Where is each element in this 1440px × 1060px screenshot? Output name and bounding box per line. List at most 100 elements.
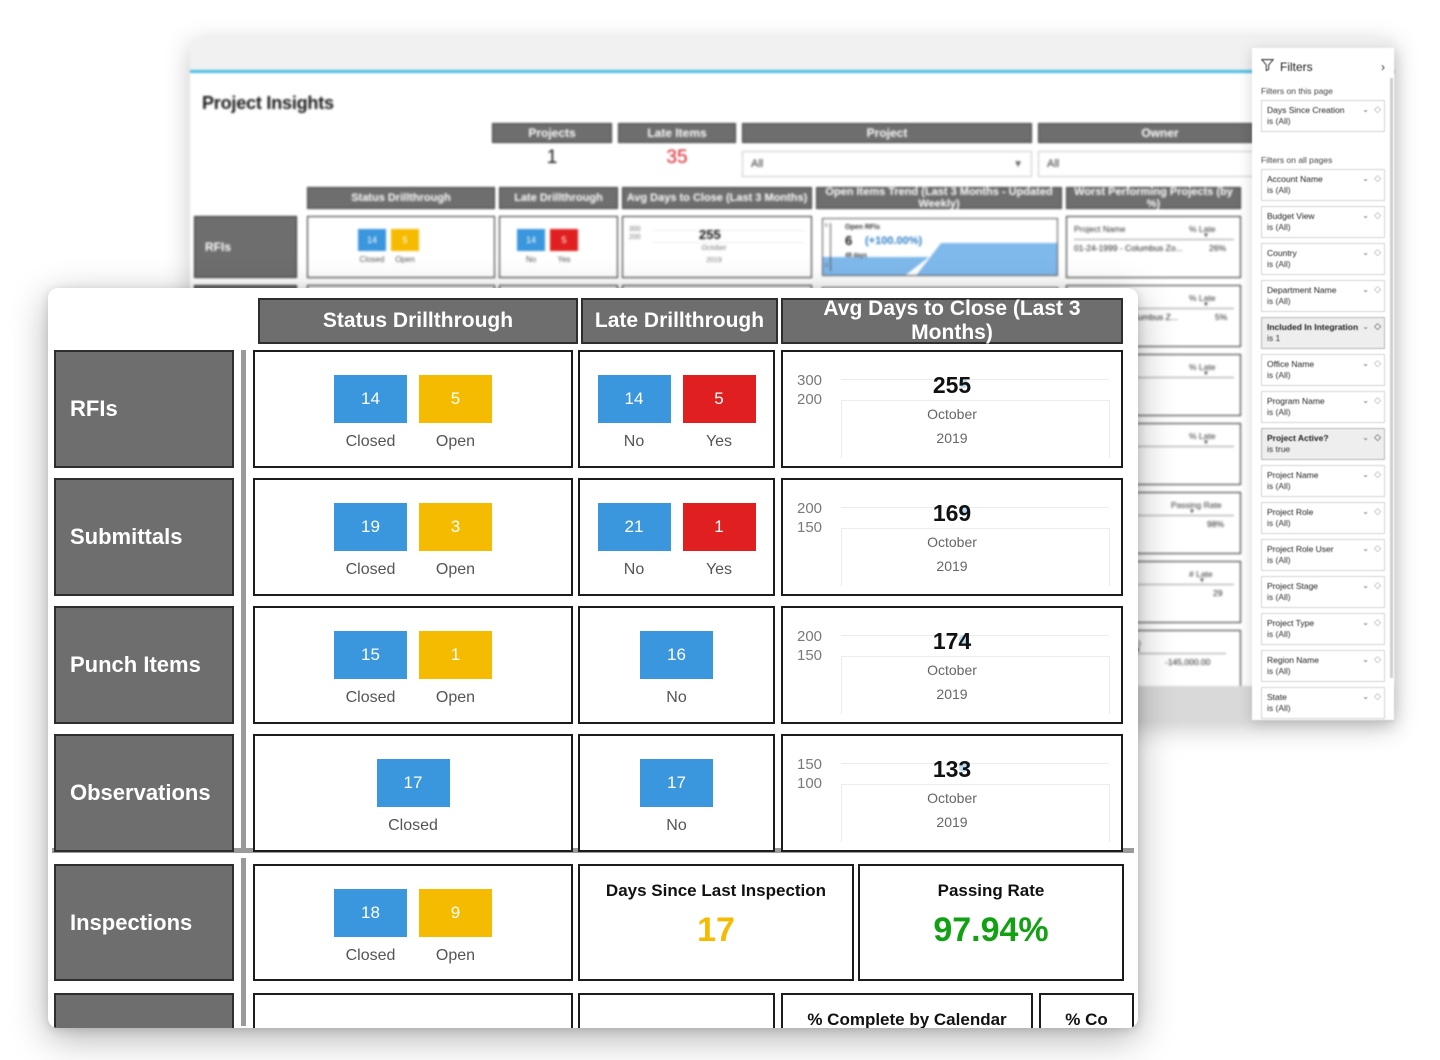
filter-card-program-name[interactable]: Program Name is (All) ⌄ ◇	[1261, 391, 1385, 423]
fg-partial-card-1[interactable]	[253, 993, 573, 1028]
slicer-header-project[interactable]: Project	[742, 123, 1032, 143]
bg-col-header-worst[interactable]: Worst Performing Projects (by %)	[1066, 186, 1241, 210]
chevron-down-icon[interactable]: ⌄	[1362, 581, 1369, 590]
fg-row-label-submittals[interactable]: Submittals	[54, 478, 234, 596]
filters-pane[interactable]: Filters › Filters on this page Days Sinc…	[1252, 48, 1394, 720]
fg-avgdays-card-submittals[interactable]: 200 150 169 October 2019	[781, 478, 1123, 596]
eraser-icon[interactable]: ◇	[1374, 395, 1381, 406]
eraser-icon[interactable]: ◇	[1374, 210, 1381, 221]
fg-status-card-inspections[interactable]: 18 Closed 9 Open	[253, 864, 573, 981]
fg-row-label-partial[interactable]	[54, 993, 234, 1028]
eraser-icon[interactable]: ◇	[1374, 104, 1381, 115]
bg-col-header-avgdays[interactable]: Avg Days to Close (Last 3 Months)	[622, 187, 812, 209]
fg-partial-card-2[interactable]	[578, 993, 775, 1028]
chevron-down-icon[interactable]: ⌄	[1362, 174, 1369, 183]
bg-late-card-rfis[interactable]: 14 5 No Yes	[499, 216, 618, 278]
slicer-header-owner[interactable]: Owner	[1038, 123, 1282, 143]
fg-passing-rate-card[interactable]: Passing Rate 97.94%	[858, 864, 1124, 981]
filter-card-project-stage[interactable]: Project Stage is (All) ⌄ ◇	[1261, 576, 1385, 608]
chevron-down-icon[interactable]: ⌄	[1362, 248, 1369, 257]
fg-col-header-avg-days[interactable]: Avg Days to Close (Last 3 Months)	[781, 297, 1123, 344]
bg-col-header-late[interactable]: Late Drillthrough	[499, 187, 618, 209]
eraser-icon[interactable]: ◇	[1374, 358, 1381, 369]
filter-card-region-name[interactable]: Region Name is (All) ⌄ ◇	[1261, 650, 1385, 682]
kpi-header-late-items[interactable]: Late Items	[618, 123, 736, 143]
filter-card-office-name[interactable]: Office Name is (All) ⌄ ◇	[1261, 354, 1385, 386]
bar-open[interactable]: 9	[419, 889, 492, 937]
bar-no[interactable]: 16	[640, 631, 713, 679]
fg-partial-card-4[interactable]: % Co	[1039, 993, 1134, 1028]
chevron-down-icon[interactable]: ⌄	[1362, 396, 1369, 405]
filters-scrollbar[interactable]	[1390, 78, 1393, 678]
bar-open[interactable]: 1	[419, 631, 492, 679]
slicer-owner[interactable]: All ▼	[1038, 151, 1282, 177]
bg-avgdays-card-rfis[interactable]: 300 200 255 October 2019	[622, 216, 812, 278]
eraser-icon[interactable]: ◇	[1374, 543, 1381, 554]
bar-closed[interactable]: 19	[334, 503, 407, 551]
fg-col-header-status-drillthrough[interactable]: Status Drillthrough	[258, 298, 578, 344]
bar-yes[interactable]: 1	[682, 503, 756, 551]
eraser-icon[interactable]: ◇	[1374, 247, 1381, 258]
kpi-header-projects[interactable]: Projects	[492, 123, 612, 143]
fg-row-label-rfis[interactable]: RFIs	[54, 350, 234, 468]
chevron-down-icon[interactable]: ⌄	[1362, 105, 1369, 114]
bar-open[interactable]: 3	[419, 503, 492, 551]
filter-card-department-name[interactable]: Department Name is (All) ⌄ ◇	[1261, 280, 1385, 312]
eraser-icon[interactable]: ◇	[1374, 654, 1381, 665]
bg-status-card-rfis[interactable]: 14 5 Closed Open	[307, 216, 495, 278]
fg-late-card-observations[interactable]: 17 No	[578, 734, 775, 852]
eraser-icon[interactable]: ◇	[1374, 173, 1381, 184]
bar-no[interactable]: 14	[597, 375, 671, 423]
filter-card-project-role[interactable]: Project Role is (All) ⌄ ◇	[1261, 502, 1385, 534]
fg-days-since-last-inspection-card[interactable]: Days Since Last Inspection 17	[578, 864, 854, 981]
bar-no[interactable]: 17	[640, 759, 713, 807]
bar-no[interactable]: 21	[597, 503, 671, 551]
filter-card-account-name[interactable]: Account Name is (All) ⌄ ◇	[1261, 169, 1385, 201]
filter-card-days-since-creation[interactable]: Days Since Creation is (All) ⌄ ◇	[1261, 100, 1385, 132]
chevron-down-icon[interactable]: ⌄	[1362, 692, 1369, 701]
bar-closed[interactable]: 15	[334, 631, 407, 679]
fg-status-card-rfis[interactable]: 14 Closed 5 Open	[253, 350, 573, 468]
foreground-report-window[interactable]: Status Drillthrough Late Drillthrough Av…	[48, 288, 1138, 1028]
bar-closed[interactable]: 14	[358, 229, 386, 251]
chevron-down-icon[interactable]: ⌄	[1362, 433, 1369, 442]
fg-partial-card-3[interactable]: % Complete by Calendar	[781, 993, 1033, 1028]
filter-card-state[interactable]: State is (All) ⌄ ◇	[1261, 687, 1385, 719]
fg-late-card-submittals[interactable]: 21 No 1 Yes	[578, 478, 775, 596]
chevron-down-icon[interactable]: ⌄	[1362, 655, 1369, 664]
chevron-down-icon[interactable]: ⌄	[1362, 470, 1369, 479]
eraser-icon[interactable]: ◇	[1374, 321, 1381, 332]
bg-worst-col1-rfis[interactable]: Project Name	[1074, 224, 1126, 234]
bar-open[interactable]: 5	[419, 375, 492, 423]
eraser-icon[interactable]: ◇	[1374, 691, 1381, 702]
fg-row-label-punch-items[interactable]: Punch Items	[54, 606, 234, 724]
chevron-down-icon[interactable]: ⌄	[1362, 618, 1369, 627]
fg-late-card-punch-items[interactable]: 16 No	[578, 606, 775, 724]
eraser-icon[interactable]: ◇	[1374, 469, 1381, 480]
bar-no[interactable]: 14	[517, 229, 545, 251]
slicer-project[interactable]: All ▼	[742, 151, 1032, 177]
eraser-icon[interactable]: ◇	[1374, 617, 1381, 628]
filter-card-project-active[interactable]: Project Active? is true ⌄ ◇	[1261, 428, 1385, 460]
fg-row-label-inspections[interactable]: Inspections	[54, 864, 234, 981]
eraser-icon[interactable]: ◇	[1374, 284, 1381, 295]
fg-avgdays-card-observations[interactable]: 150 100 133 October 2019	[781, 734, 1123, 852]
filter-card-project-name[interactable]: Project Name is (All) ⌄ ◇	[1261, 465, 1385, 497]
bg-row-label-rfis[interactable]: RFIs	[194, 216, 297, 278]
bg-worst-card-rfis[interactable]: Project Name % Late ▼ 01-24-1999 - Colum…	[1066, 216, 1241, 278]
bar-closed[interactable]: 14	[334, 375, 407, 423]
chevron-down-icon[interactable]: ⌄	[1362, 211, 1369, 220]
bg-col-header-trend[interactable]: Open Items Trend (Last 3 Months - Update…	[816, 186, 1062, 210]
fg-status-card-submittals[interactable]: 19 Closed 3 Open	[253, 478, 573, 596]
chevron-down-icon[interactable]: ⌄	[1362, 359, 1369, 368]
bar-yes[interactable]: 5	[682, 375, 756, 423]
bg-trend-card-rfis[interactable]: 6 3 Open RFIs 6 (+100.00%) 49 days	[822, 218, 1058, 276]
filter-card-included-in-integration[interactable]: Included In Integration is 1 ⌄ ◇	[1261, 317, 1385, 349]
eraser-icon[interactable]: ◇	[1374, 506, 1381, 517]
filter-card-project-type[interactable]: Project Type is (All) ⌄ ◇	[1261, 613, 1385, 645]
chevron-down-icon[interactable]: ⌄	[1362, 322, 1369, 331]
chevron-down-icon[interactable]: ▼	[1013, 159, 1023, 170]
bg-col-header-status[interactable]: Status Drillthrough	[307, 187, 495, 209]
filter-card-country[interactable]: Country is (All) ⌄ ◇	[1261, 243, 1385, 275]
chevron-down-icon[interactable]: ⌄	[1362, 507, 1369, 516]
